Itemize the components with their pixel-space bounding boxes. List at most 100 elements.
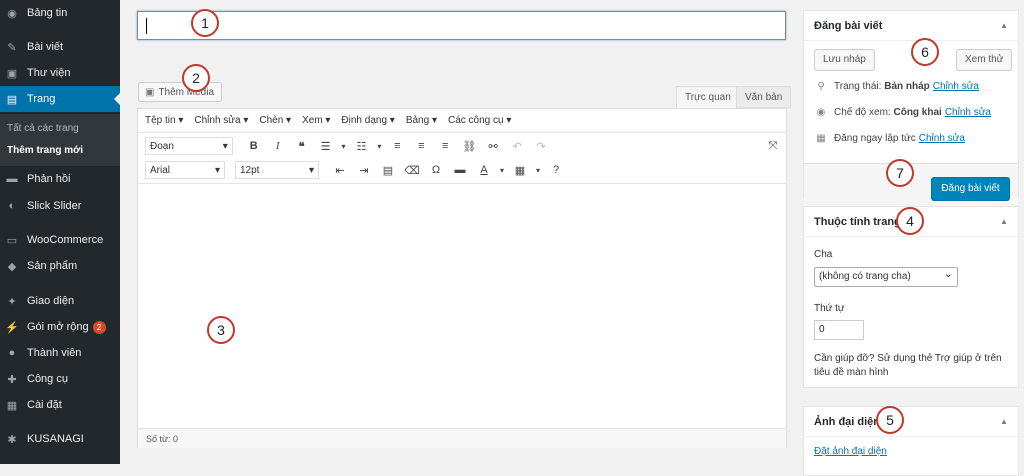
featured-image-header[interactable]: Ảnh đại diện ▲ <box>804 407 1018 437</box>
sidebar-item-woocommerce[interactable]: ▭ WooCommerce <box>0 229 120 251</box>
eye-icon: ◉ <box>816 107 826 118</box>
sidebar-item-plugins[interactable]: ⚡ Gói mở rộng 2 <box>0 316 120 338</box>
sidebar-item-slick-slider[interactable]: ◐ Slick Slider <box>0 195 120 217</box>
appearance-icon: ✦ <box>7 295 17 308</box>
parent-label: Cha <box>814 249 833 260</box>
sidebar-item-appearance[interactable]: ✦ Giao diện <box>0 290 120 312</box>
chevron-down-icon[interactable]: ▾ <box>533 166 543 175</box>
bold-icon[interactable]: B <box>243 140 265 152</box>
collapse-icon[interactable]: ▲ <box>1000 21 1008 30</box>
order-input[interactable]: 0 <box>814 320 864 340</box>
parent-select[interactable]: (không có trang cha) <box>814 265 958 287</box>
set-featured-image-link[interactable]: Đặt ảnh đại diện <box>814 446 887 457</box>
sidebar-item-label: Thành viên <box>27 347 82 359</box>
sidebar-item-label: Gói mở rộng <box>27 321 89 333</box>
sidebar-item-settings[interactable]: ▦ Cài đặt <box>0 394 120 416</box>
indent-icon[interactable]: ⇥ <box>353 164 375 177</box>
align-left-icon[interactable]: ≡ <box>386 140 408 152</box>
menu-format[interactable]: Định dạng ▾ <box>341 115 394 126</box>
media-icon: ▣ <box>145 86 155 98</box>
word-count: Số từ: 0 <box>138 428 786 448</box>
annotation-marker-1: 1 <box>191 9 219 37</box>
blockquote-icon[interactable]: ❝ <box>291 140 313 153</box>
sidebar-item-tools[interactable]: ✚ Công cụ <box>0 368 120 390</box>
special-char-icon[interactable]: Ω <box>425 164 447 176</box>
bullet-list-icon[interactable]: ☰ <box>315 140 337 153</box>
chevron-down-icon[interactable]: ▾ <box>374 142 384 151</box>
sidebar-item-comments[interactable]: ▬ Phản hồi <box>0 168 120 190</box>
chevron-down-icon[interactable]: ▾ <box>497 166 507 175</box>
numbered-list-icon[interactable]: ☷ <box>351 140 373 153</box>
edit-schedule-link[interactable]: Chỉnh sửa <box>919 133 965 144</box>
collapse-icon[interactable]: ▲ <box>1000 217 1008 226</box>
annotation-marker-4: 4 <box>896 207 924 235</box>
page-icon: ▤ <box>6 93 18 106</box>
sidebar-item-posts[interactable]: ✎ Bài viết <box>0 36 120 58</box>
featured-image-box: Ảnh đại diện ▲ Đặt ảnh đại diện <box>803 406 1019 476</box>
editor-menubar: Tệp tin ▾ Chỉnh sửa ▾ Chèn ▾ Xem ▾ Định … <box>138 109 786 133</box>
outdent-icon[interactable]: ⇤ <box>329 164 351 177</box>
tab-visual[interactable]: Trực quan <box>676 86 740 108</box>
font-size-select[interactable]: 12pt ▾ <box>235 161 319 179</box>
horizontal-line-icon[interactable]: ▬ <box>449 164 471 176</box>
clear-format-icon[interactable]: ⌫ <box>401 164 423 177</box>
menu-file[interactable]: Tệp tin ▾ <box>145 115 183 126</box>
gear-icon: ✱ <box>7 433 17 446</box>
table-icon[interactable]: ▦ <box>509 164 531 177</box>
add-media-button[interactable]: ▣ Thêm Media <box>138 82 222 102</box>
italic-icon[interactable]: I <box>267 140 289 152</box>
menu-view[interactable]: Xem ▾ <box>302 115 330 126</box>
align-right-icon[interactable]: ≡ <box>434 140 456 152</box>
status-line: ⚲ Trạng thái: Bản nháp Chỉnh sửa <box>814 81 979 92</box>
sidebar-item-kusanagi[interactable]: ✱ KUSANAGI <box>0 428 120 450</box>
font-family-select[interactable]: Arial ▾ <box>145 161 225 179</box>
pages-submenu: Tất cả các trang Thêm trang mới <box>0 114 120 166</box>
edit-visibility-link[interactable]: Chỉnh sửa <box>945 107 991 118</box>
paste-text-icon[interactable]: ▤ <box>377 164 399 177</box>
page-title-input[interactable] <box>137 11 786 40</box>
edit-status-link[interactable]: Chỉnh sửa <box>933 81 979 92</box>
sidebar-item-label: Bài viết <box>27 41 64 53</box>
sidebar-item-dashboard[interactable]: ◉ Bảng tin <box>0 2 120 24</box>
plugin-icon: ⚡ <box>5 321 19 334</box>
order-label: Thứ tự <box>814 303 845 314</box>
editor-content-area[interactable] <box>138 183 786 415</box>
publish-button[interactable]: Đăng bài viết <box>931 177 1010 201</box>
redo-icon[interactable]: ↷ <box>530 140 552 153</box>
save-draft-button[interactable]: Lưu nháp <box>814 49 875 71</box>
preview-button[interactable]: Xem thử <box>956 49 1013 71</box>
align-center-icon[interactable]: ≡ <box>410 140 432 152</box>
sidebar-item-label: Thư viện <box>27 67 71 79</box>
link-icon[interactable]: ⛓ <box>458 140 480 153</box>
annotation-marker-5: 5 <box>876 406 904 434</box>
format-select[interactable]: Đoạn ▾ <box>145 137 233 155</box>
schedule-line: ▦ Đăng ngay lập tức Chỉnh sửa <box>814 133 965 144</box>
schedule-label: Đăng ngay lập tức <box>834 133 916 144</box>
unlink-icon[interactable]: ⚯ <box>482 140 504 153</box>
tab-text[interactable]: Văn bản <box>736 86 792 108</box>
visibility-value: Công khai <box>893 107 942 118</box>
help-icon[interactable]: ? <box>545 164 567 176</box>
submenu-add-new-page[interactable]: Thêm trang mới <box>7 145 83 156</box>
menu-edit[interactable]: Chỉnh sửa ▾ <box>194 115 248 126</box>
collapse-icon[interactable]: ▲ <box>1000 417 1008 426</box>
visibility-line: ◉ Chế độ xem: Công khai Chỉnh sửa <box>814 107 991 118</box>
size-select-value: 12pt <box>240 164 260 176</box>
menu-insert[interactable]: Chèn ▾ <box>259 115 291 126</box>
sidebar-item-products[interactable]: ◆ Sản phẩm <box>0 255 120 277</box>
sidebar-item-pages[interactable]: ▤ Trang <box>0 86 120 112</box>
text-color-icon[interactable]: A <box>473 164 495 176</box>
sidebar-item-media[interactable]: ▣ Thư viện <box>0 62 120 84</box>
chevron-down-icon: ▾ <box>308 164 314 176</box>
submenu-all-pages[interactable]: Tất cả các trang <box>7 123 79 134</box>
annotation-marker-2: 2 <box>182 64 210 92</box>
fullscreen-icon[interactable]: ⤧ <box>762 140 784 153</box>
woocommerce-icon: ▭ <box>6 234 18 247</box>
undo-icon[interactable]: ↶ <box>506 140 528 153</box>
menu-table[interactable]: Bảng ▾ <box>406 115 437 126</box>
menu-tools[interactable]: Các công cụ ▾ <box>448 115 511 126</box>
sidebar-item-users[interactable]: ● Thành viên <box>0 342 120 364</box>
publish-box-header[interactable]: Đăng bài viết ▲ <box>804 11 1018 41</box>
pin-icon: ✎ <box>7 41 17 54</box>
chevron-down-icon[interactable]: ▾ <box>339 142 349 151</box>
